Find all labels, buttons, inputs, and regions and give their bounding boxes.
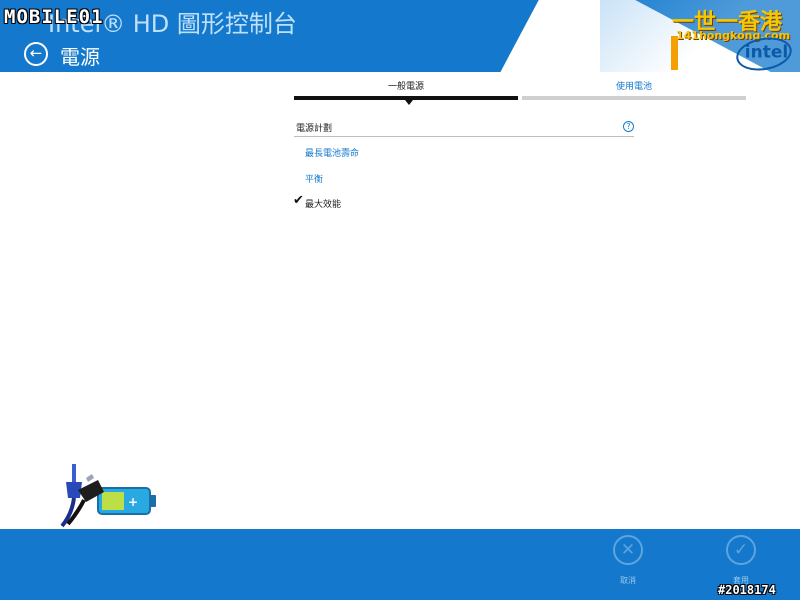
question-circle-icon[interactable]: ?: [623, 121, 634, 132]
tab-pointer-icon: [405, 100, 413, 105]
battery-plug-icon: +: [60, 464, 156, 528]
tab-battery-label: 使用電池: [615, 82, 652, 92]
tab-battery-indicator: [522, 96, 746, 100]
intel-logo-text: intel: [744, 42, 789, 63]
check-circle-icon: ✓: [726, 535, 756, 565]
tab-on-battery[interactable]: 使用電池: [522, 80, 746, 100]
tab-general-power[interactable]: 一般電源: [294, 80, 518, 105]
footer-bar: ✕ 取消 ✓ 套用: [0, 529, 800, 600]
post-id-watermark: #2018174: [718, 583, 776, 597]
power-tabs: 一般電源 使用電池: [294, 80, 746, 106]
plan-option-balanced[interactable]: 平衡: [305, 172, 323, 185]
header-bar: Intel® HD 圖形控制台 ← 電源 MOBILE01 一世一香港 141h…: [0, 0, 800, 72]
svg-text:+: +: [128, 495, 138, 509]
back-button[interactable]: ←: [24, 42, 48, 66]
close-circle-icon: ✕: [613, 535, 643, 565]
plan-option-max-performance[interactable]: 最大效能: [305, 197, 341, 210]
tab-general-label: 一般電源: [387, 82, 424, 92]
page-title: 電源: [60, 45, 100, 69]
arrow-left-icon: ←: [29, 44, 43, 62]
power-plan-header: 電源計劃 ?: [294, 119, 634, 137]
control-panel-window: Intel® HD 圖形控制台 ← 電源 MOBILE01 一世一香港 141h…: [0, 0, 800, 600]
checkmark-icon: ✔: [293, 193, 304, 208]
cancel-button[interactable]: ✕ 取消: [598, 535, 658, 595]
plan-option-max-battery[interactable]: 最長電池壽命: [305, 146, 359, 159]
cancel-label: 取消: [620, 576, 636, 585]
mobile01-watermark: MOBILE01: [4, 6, 104, 28]
power-plan-label: 電源計劃: [296, 124, 333, 134]
